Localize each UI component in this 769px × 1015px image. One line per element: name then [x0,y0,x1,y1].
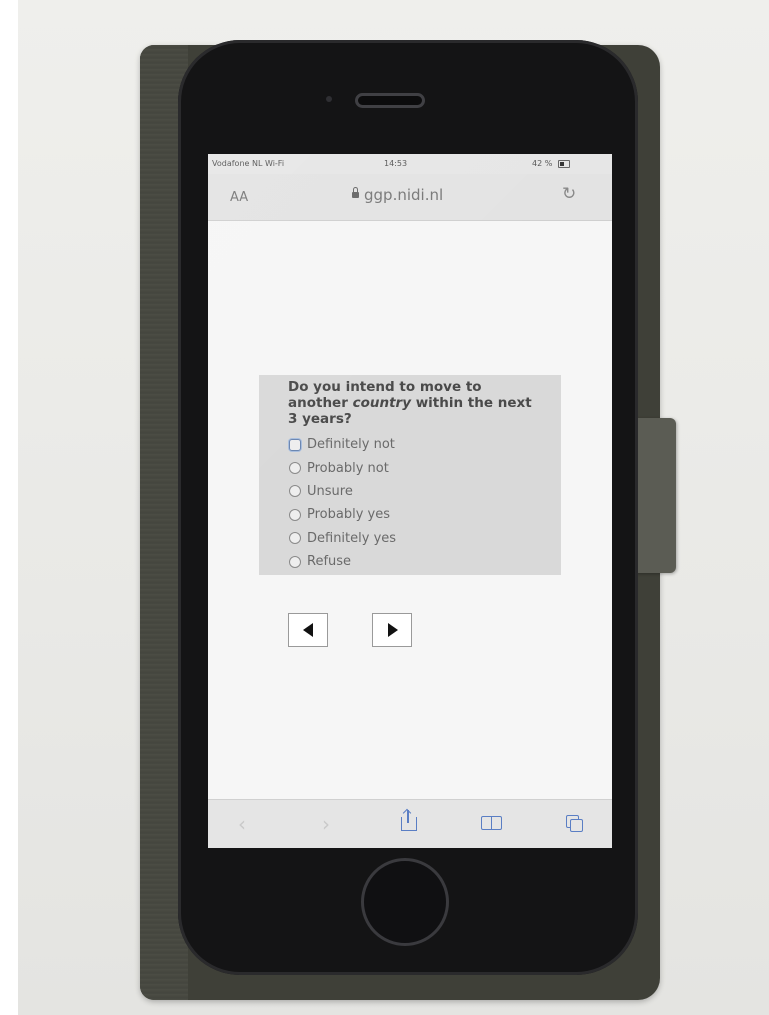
lock-icon [352,187,359,198]
option-label: Definitely not [307,437,395,453]
text-size-button[interactable]: AA [230,190,248,205]
browser-toolbar: ‹ › [208,799,612,848]
chevron-right-icon[interactable]: › [322,812,330,836]
question-text: Do you intend to move to another country… [288,379,538,427]
book-icon[interactable] [481,816,503,830]
battery-icon [558,160,570,168]
status-time: 14:53 [384,159,408,168]
option-definitely-yes[interactable]: Definitely yes [289,527,396,550]
url-text[interactable]: ggp.nidi.nl [364,186,443,204]
carrier-label: Vodafone NL Wi-Fi [212,159,285,168]
battery-percentage: 42 % [532,159,553,168]
option-label: Probably yes [307,507,390,523]
option-probably-yes[interactable]: Probably yes [289,503,396,526]
radio-button[interactable] [289,532,301,545]
tabs-icon[interactable] [566,815,584,833]
triangle-left-icon [303,623,313,637]
option-label: Unsure [307,483,353,499]
option-definitely-not[interactable]: Definitely not [289,433,396,456]
web-page: Do you intend to move to another country… [208,221,612,799]
share-box [401,817,417,831]
share-arrow [407,810,409,823]
front-camera-icon [326,96,332,102]
radio-button[interactable] [289,555,301,568]
radio-button[interactable] [289,485,301,498]
status-bar: Vodafone NL Wi-Fi 14:53 42 % [208,154,612,174]
reload-icon[interactable]: ↻ [562,184,576,204]
option-refuse[interactable]: Refuse [289,550,396,573]
radio-button[interactable] [289,462,301,475]
home-button[interactable] [361,858,449,946]
phone-screen: Vodafone NL Wi-Fi 14:53 42 % AA ggp.nidi… [208,154,612,848]
option-label: Refuse [307,554,352,570]
option-probably-not[interactable]: Probably not [289,456,396,479]
radio-button[interactable] [289,508,301,521]
question-card: Do you intend to move to another country… [259,375,561,575]
triangle-right-icon [388,623,398,637]
option-unsure[interactable]: Unsure [289,480,396,503]
address-bar[interactable]: AA ggp.nidi.nl ↻ [208,174,612,221]
earpiece-speaker [355,93,425,108]
next-question-button[interactable] [372,613,412,647]
option-label: Probably not [307,460,389,476]
radio-button[interactable] [289,438,301,451]
question-emphasis: country [352,395,411,411]
answer-options: Definitely not Probably not Unsure Proba… [289,433,396,573]
previous-question-button[interactable] [288,613,328,647]
chevron-left-icon[interactable]: ‹ [238,812,246,836]
option-label: Definitely yes [307,530,397,546]
